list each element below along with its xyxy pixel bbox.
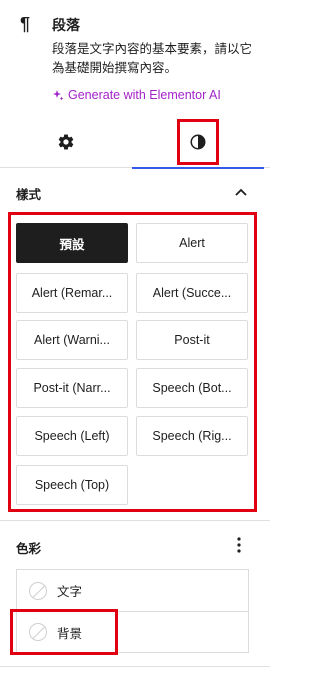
inspector-tabs xyxy=(0,116,270,169)
style-button-post-it-narrow[interactable]: Post-it (Narr... xyxy=(16,368,128,408)
color-item-text[interactable]: 文字 xyxy=(17,570,248,611)
highlight-box-background xyxy=(10,609,118,655)
gear-icon xyxy=(58,134,74,150)
chevron-up-icon[interactable] xyxy=(234,186,248,200)
pilcrow-icon: ¶ xyxy=(20,14,31,34)
tab-styles[interactable] xyxy=(132,116,264,169)
styles-title: 樣式 xyxy=(16,188,42,202)
color-title: 色彩 xyxy=(16,542,42,556)
generate-ai-label: Generate with Elementor AI xyxy=(68,88,221,102)
highlight-box-tab xyxy=(177,119,219,165)
tab-settings[interactable] xyxy=(0,116,132,168)
section-divider xyxy=(0,666,270,667)
block-title: 段落 xyxy=(52,17,80,33)
style-button-alert-warning[interactable]: Alert (Warni... xyxy=(16,320,128,360)
section-divider xyxy=(0,520,270,521)
generate-ai-link[interactable]: Generate with Elementor AI xyxy=(52,86,221,104)
style-button-alert-success[interactable]: Alert (Succe... xyxy=(136,273,248,313)
sparkle-icon xyxy=(53,90,64,101)
style-button-speech-left[interactable]: Speech (Left) xyxy=(16,416,128,456)
style-button-post-it[interactable]: Post-it xyxy=(136,320,248,360)
style-button-speech-top[interactable]: Speech (Top) xyxy=(16,465,128,505)
style-button-speech-right[interactable]: Speech (Rig... xyxy=(136,416,248,456)
style-button-alert[interactable]: Alert xyxy=(136,223,248,263)
more-vertical-icon[interactable] xyxy=(236,536,242,554)
color-item-label: 文字 xyxy=(57,585,83,599)
style-button-default[interactable]: 預設 xyxy=(16,223,128,263)
style-button-alert-remark[interactable]: Alert (Remar... xyxy=(16,273,128,313)
block-card: ¶ 段落 段落是文字內容的基本要素，請以它為基礎開始撰寫內容。 Generate… xyxy=(0,0,270,110)
color-panel-header: 色彩 xyxy=(0,530,270,560)
style-button-speech-bottom[interactable]: Speech (Bot... xyxy=(136,368,248,408)
empty-swatch-icon xyxy=(29,581,47,600)
block-styles-grid: 預設 Alert Alert (Remar... Alert (Succe...… xyxy=(8,212,257,512)
block-description: 段落是文字內容的基本要素，請以它為基礎開始撰寫內容。 xyxy=(52,42,253,75)
styles-panel-header[interactable]: 樣式 xyxy=(0,176,270,210)
